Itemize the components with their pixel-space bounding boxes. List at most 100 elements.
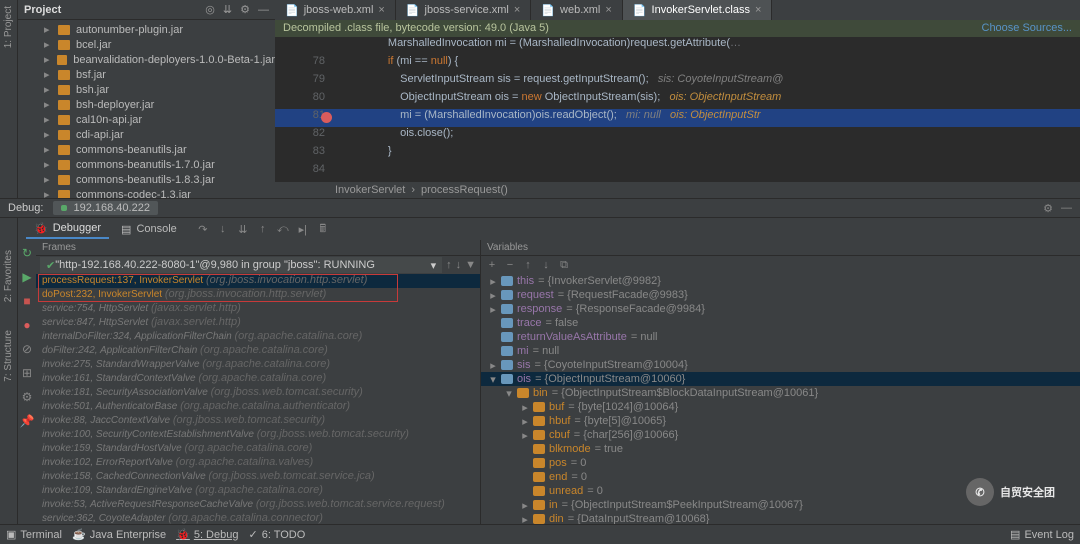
hide-icon[interactable]: — [258,4,269,16]
add-icon[interactable]: + [485,259,499,271]
editor-tab[interactable]: 📄jboss-web.xml× [275,0,396,20]
stack-frame[interactable]: service:754, HttpServlet (javax.servlet.… [36,302,480,316]
gear-icon[interactable]: ⚙ [240,3,250,16]
step-over-icon[interactable]: ↷ [195,223,211,236]
prev-icon[interactable]: ↑ [446,259,452,271]
tree-item[interactable]: ▸beanvalidation-deployers-1.0.0-Beta-1.j… [18,52,275,67]
favorites-rail[interactable]: 2: Favorites [3,250,14,302]
expand-icon[interactable]: ▸ [489,303,497,316]
tree-item[interactable]: ▸commons-beanutils.jar [18,142,275,157]
stack-frame[interactable]: invoke:161, StandardContextValve (org.ap… [36,372,480,386]
tree-item[interactable]: ▸autonumber-plugin.jar [18,22,275,37]
sb-java[interactable]: ☕Java Enterprise [72,528,166,541]
tree-item[interactable]: ▸commons-beanutils-1.7.0.jar [18,157,275,172]
variable-row[interactable]: ▸ din = {DataInputStream@10068} [481,512,1080,524]
stop-icon[interactable]: ■ [23,294,30,308]
expand-icon[interactable]: ▾ [505,387,513,400]
pin-icon[interactable]: 📌 [20,414,35,428]
code-line[interactable]: 83 } [275,145,1080,163]
structure-rail[interactable]: 7: Structure [3,330,14,382]
variable-row[interactable]: ▸ response = {ResponseFacade@9984} [481,302,1080,316]
crumb-method[interactable]: processRequest() [421,184,508,196]
close-icon[interactable]: × [605,4,611,16]
expand-icon[interactable]: ▸ [521,499,529,512]
stack-frame[interactable]: doPost:232, InvokerServlet (org.jboss.in… [36,288,480,302]
stack-frame[interactable]: doFilter:242, ApplicationFilterChain (or… [36,344,480,358]
tree-item[interactable]: ▸cal10n-api.jar [18,112,275,127]
minimize-icon[interactable]: — [1061,202,1072,214]
expand-icon[interactable]: ▸ [44,158,52,171]
tree-item[interactable]: ▸bsf.jar [18,67,275,82]
breakpoint-icon[interactable] [321,112,332,123]
thread-selector[interactable]: ✔ "http-192.168.40.222-8080-1"@9,980 in … [36,256,480,274]
code-area[interactable]: MarshalledInvocation mi = (MarshalledInv… [275,37,1080,181]
dropdown-icon[interactable]: ▾ [431,259,437,272]
up-icon[interactable]: ↑ [521,259,535,271]
debug-target[interactable]: 192.168.40.222 [53,201,157,215]
code-line[interactable]: 81 mi = (MarshalledInvocation)ois.readOb… [275,109,1080,127]
frame-list[interactable]: processRequest:137, InvokerServlet (org.… [36,274,480,524]
tab-debugger[interactable]: 🐞 Debugger [26,219,109,239]
project-rail[interactable]: 1: Project [0,0,18,210]
variable-row[interactable]: ▸ hbuf = {byte[5]@10065} [481,414,1080,428]
stack-frame[interactable]: invoke:501, AuthenticatorBase (org.apach… [36,400,480,414]
remove-icon[interactable]: − [503,259,517,271]
code-line[interactable]: 79 ServletInputStream sis = request.getI… [275,73,1080,91]
editor-tabs[interactable]: 📄jboss-web.xml×📄jboss-service.xml×📄web.x… [275,0,1080,20]
mute-icon[interactable]: ⊘ [22,342,32,356]
variable-row[interactable]: trace = false [481,316,1080,330]
close-icon[interactable]: × [755,4,761,16]
expand-icon[interactable]: ▸ [44,53,51,66]
project-tree[interactable]: ▸autonumber-plugin.jar▸bcel.jar▸beanvali… [18,20,275,198]
thread-name[interactable]: ✔ "http-192.168.40.222-8080-1"@9,980 in … [40,257,442,273]
evaluate-icon[interactable]: 🖩 [315,220,331,239]
expand-icon[interactable]: ▸ [489,275,497,288]
run-cursor-icon[interactable]: ▸| [295,223,311,236]
crumb-class[interactable]: InvokerServlet [335,184,405,196]
stack-frame[interactable]: invoke:275, StandardWrapperValve (org.ap… [36,358,480,372]
tree-item[interactable]: ▸commons-codec-1.3.jar [18,187,275,198]
expand-icon[interactable]: ▸ [521,401,529,414]
tree-item[interactable]: ▸cdi-api.jar [18,127,275,142]
stack-frame[interactable]: invoke:102, ErrorReportValve (org.apache… [36,456,480,470]
step-into-icon[interactable]: ↓ [215,223,231,235]
expand-icon[interactable]: ▸ [44,188,52,198]
stack-frame[interactable]: invoke:158, CachedConnectionValve (org.j… [36,470,480,484]
sb-debug[interactable]: 🐞5: Debug [176,528,238,541]
force-step-icon[interactable]: ⇊ [235,223,251,236]
variable-row[interactable]: ▸ cbuf = {char[256]@10066} [481,428,1080,442]
collapse-icon[interactable]: ⇊ [223,3,232,16]
expand-icon[interactable]: ▸ [521,513,529,525]
expand-icon[interactable]: ▸ [489,289,497,302]
settings-icon[interactable]: ⚙ [22,390,33,404]
stack-frame[interactable]: internalDoFilter:324, ApplicationFilterC… [36,330,480,344]
close-icon[interactable]: × [514,4,520,16]
stack-frame[interactable]: invoke:53, ActiveRequestResponseCacheVal… [36,498,480,512]
variable-row[interactable]: returnValueAsAttribute = null [481,330,1080,344]
close-icon[interactable]: × [378,4,384,16]
tree-item[interactable]: ▸bsh.jar [18,82,275,97]
stack-frame[interactable]: invoke:88, JaccContextValve (org.jboss.w… [36,414,480,428]
code-line[interactable]: 82 ois.close(); [275,127,1080,145]
stack-frame[interactable]: invoke:100, SecurityContextEstablishment… [36,428,480,442]
tree-item[interactable]: ▸bsh-deployer.jar [18,97,275,112]
expand-icon[interactable]: ▸ [44,113,52,126]
stack-frame[interactable]: service:847, HttpServlet (javax.servlet.… [36,316,480,330]
expand-icon[interactable]: ▸ [44,98,52,111]
variable-row[interactable]: ▸ sis = {CoyoteInputStream@10004} [481,358,1080,372]
breadcrumb[interactable]: InvokerServlet › processRequest() [275,181,1080,198]
variable-row[interactable]: ▸ request = {RequestFacade@9983} [481,288,1080,302]
expand-icon[interactable]: ▸ [521,415,529,428]
stack-frame[interactable]: service:362, CoyoteAdapter (org.apache.c… [36,512,480,524]
expand-icon[interactable]: ▾ [489,373,497,386]
choose-sources-link[interactable]: Choose Sources... [982,22,1073,34]
tree-item[interactable]: ▸bcel.jar [18,37,275,52]
variable-row[interactable]: ▸ this = {InvokerServlet@9982} [481,274,1080,288]
down-icon[interactable]: ↓ [539,259,553,271]
variable-row[interactable]: ▾ bin = {ObjectInputStream$BlockDataInpu… [481,386,1080,400]
stack-frame[interactable]: invoke:109, StandardEngineValve (org.apa… [36,484,480,498]
editor-tab[interactable]: 📄InvokerServlet.class× [623,0,773,20]
variable-row[interactable]: mi = null [481,344,1080,358]
expand-icon[interactable]: ▸ [44,128,52,141]
variable-row[interactable]: ▾ ois = {ObjectInputStream@10060} [481,372,1080,386]
